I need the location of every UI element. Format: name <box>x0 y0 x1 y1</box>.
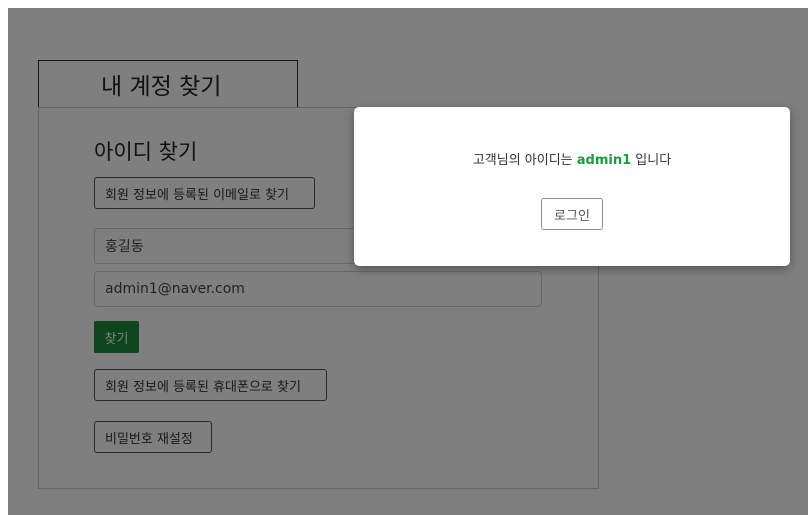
modal-message-prefix: 고객님의 아이디는 <box>472 153 577 168</box>
found-user-id: admin1 <box>576 153 632 168</box>
modal-message: 고객님의 아이디는 admin1 입니다 <box>354 149 790 168</box>
login-button[interactable]: 로그인 <box>541 198 603 230</box>
result-modal: 고객님의 아이디는 admin1 입니다 로그인 <box>354 107 790 266</box>
modal-message-suffix: 입니다 <box>631 153 672 168</box>
login-button-label: 로그인 <box>554 208 590 224</box>
